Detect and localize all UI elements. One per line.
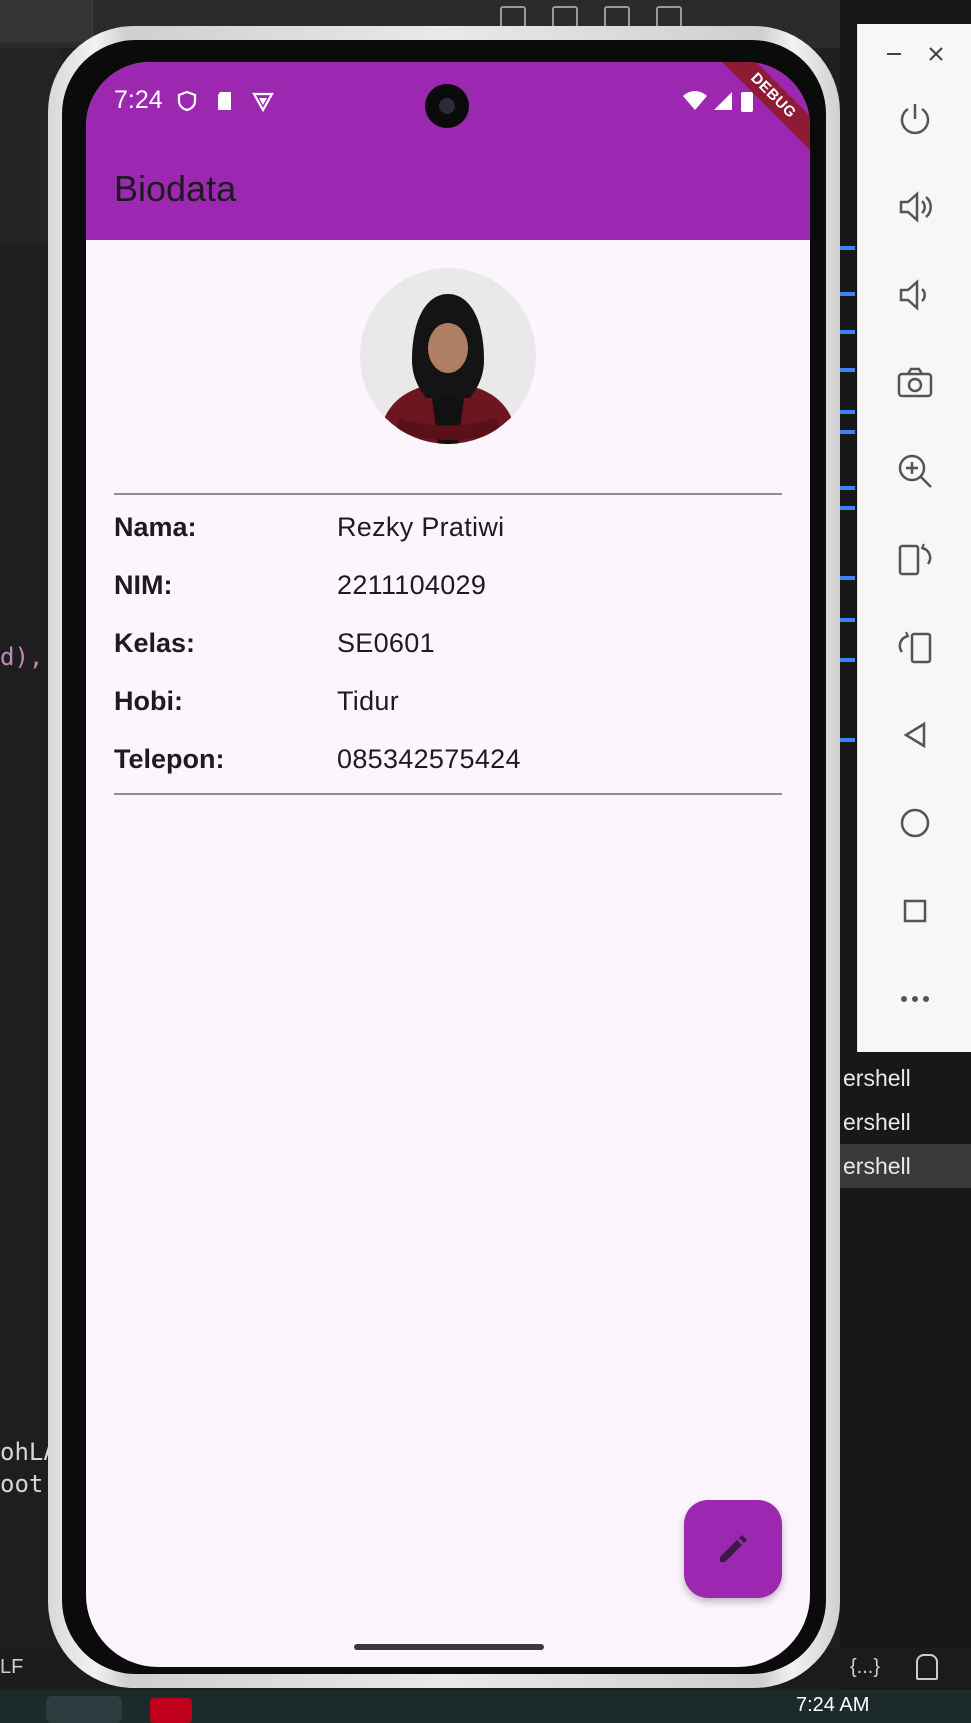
terminal-item[interactable]: ershell [840,1100,971,1144]
profile-value: SE0601 [337,628,435,658]
camera-icon[interactable] [896,364,934,402]
bottom-divider [114,793,782,795]
profile-value: 2211104029 [337,570,487,600]
profile-label: Kelas: [114,628,196,658]
app-bar: 7:24 DEBUG Biodata [86,62,810,240]
profile-label: Hobi: [114,686,183,716]
more-icon[interactable] [896,980,934,1018]
power-icon[interactable] [896,100,934,138]
close-icon[interactable] [926,44,946,64]
profile-label: Telepon: [114,744,225,774]
profile-photo [360,268,536,444]
sd-card-icon [218,92,231,110]
rotate-left-icon[interactable] [896,628,934,666]
wifi-icon [683,91,707,110]
minimize-icon[interactable] [884,44,904,64]
line-ending-label[interactable]: LF [0,1656,23,1679]
volume-up-icon[interactable] [896,188,934,226]
signal-icon [714,92,732,110]
overview-icon[interactable] [896,892,934,930]
language-mode-label[interactable]: {...} [850,1656,880,1679]
profile-value: Tidur [337,686,400,716]
home-icon[interactable] [896,804,934,842]
system-clock: 7:24 AM [796,1694,870,1716]
page-title: Biodata [114,168,237,209]
terminal-item[interactable]: ershell [840,1056,971,1100]
shield-icon [177,90,197,112]
battery-icon [741,92,753,112]
status-time: 7:24 [114,86,163,114]
rotate-right-icon[interactable] [896,540,934,578]
profile-value: 085342575424 [337,744,521,774]
back-icon[interactable] [896,716,934,754]
vpn-icon [252,92,274,112]
edit-button[interactable] [684,1500,782,1598]
profile-label: Nama: [114,512,197,542]
edit-icon [720,1535,747,1562]
volume-down-icon[interactable] [896,276,934,314]
code-fragment: oot [0,1470,44,1498]
zoom-in-icon[interactable] [896,452,934,490]
sidebar-toggle-icon[interactable] [552,6,578,28]
ide-tab[interactable] [0,0,93,42]
windows-taskbar: 7:24 AM [0,1690,971,1723]
profile-label: NIM: [114,570,173,600]
profile-value: Rezky Pratiwi [337,512,505,542]
top-divider [114,493,782,495]
panel-toggle-icon[interactable] [604,6,630,28]
split-icon[interactable] [656,6,682,28]
taskbar-app[interactable] [150,1698,192,1723]
taskbar-app[interactable] [46,1696,122,1723]
app-screen: 7:24 DEBUG Biodata Nama: Rezky Pratiwi N… [86,62,810,1667]
gesture-bar[interactable] [354,1644,544,1650]
terminal-item-selected[interactable]: ershell [840,1144,971,1188]
bell-icon[interactable] [916,1654,938,1680]
emulator-toolbar [857,24,971,1052]
layout-icon[interactable] [500,6,526,28]
front-camera [425,84,469,128]
code-fragment: d), [0,643,44,671]
